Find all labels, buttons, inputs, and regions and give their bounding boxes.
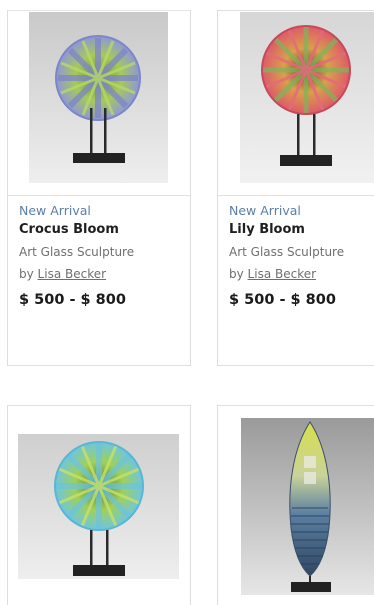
product-card-4[interactable] — [217, 405, 374, 605]
product-card-lily-bloom[interactable]: New Arrival Lily Bloom Art Glass Sculptu… — [217, 10, 374, 366]
artist-link[interactable]: Lisa Becker — [38, 267, 107, 281]
product-artist: by Lisa Becker — [229, 265, 374, 283]
product-image-crocus-bloom[interactable] — [29, 12, 168, 183]
artist-by-label: by — [229, 267, 244, 281]
new-arrival-badge: New Arrival — [19, 203, 91, 218]
product-category: Art Glass Sculpture — [19, 245, 135, 259]
product-image-3[interactable] — [18, 434, 179, 579]
artist-by-label: by — [19, 267, 34, 281]
product-title[interactable]: Lily Bloom — [229, 221, 374, 239]
product-artist: by Lisa Becker — [19, 265, 186, 283]
product-title[interactable]: Crocus Bloom — [19, 221, 186, 239]
product-category: Art Glass Sculpture — [229, 245, 345, 259]
product-price: $ 500 - $ 800 — [19, 292, 126, 308]
product-price: $ 500 - $ 800 — [229, 292, 336, 308]
new-arrival-badge: New Arrival — [229, 203, 301, 218]
artist-link[interactable]: Lisa Becker — [248, 267, 317, 281]
product-image-4[interactable] — [241, 418, 374, 595]
product-image-lily-bloom[interactable] — [240, 12, 374, 183]
product-card-3[interactable] — [7, 405, 191, 605]
product-card-crocus-bloom[interactable]: New Arrival Crocus Bloom Art Glass Sculp… — [7, 10, 191, 366]
